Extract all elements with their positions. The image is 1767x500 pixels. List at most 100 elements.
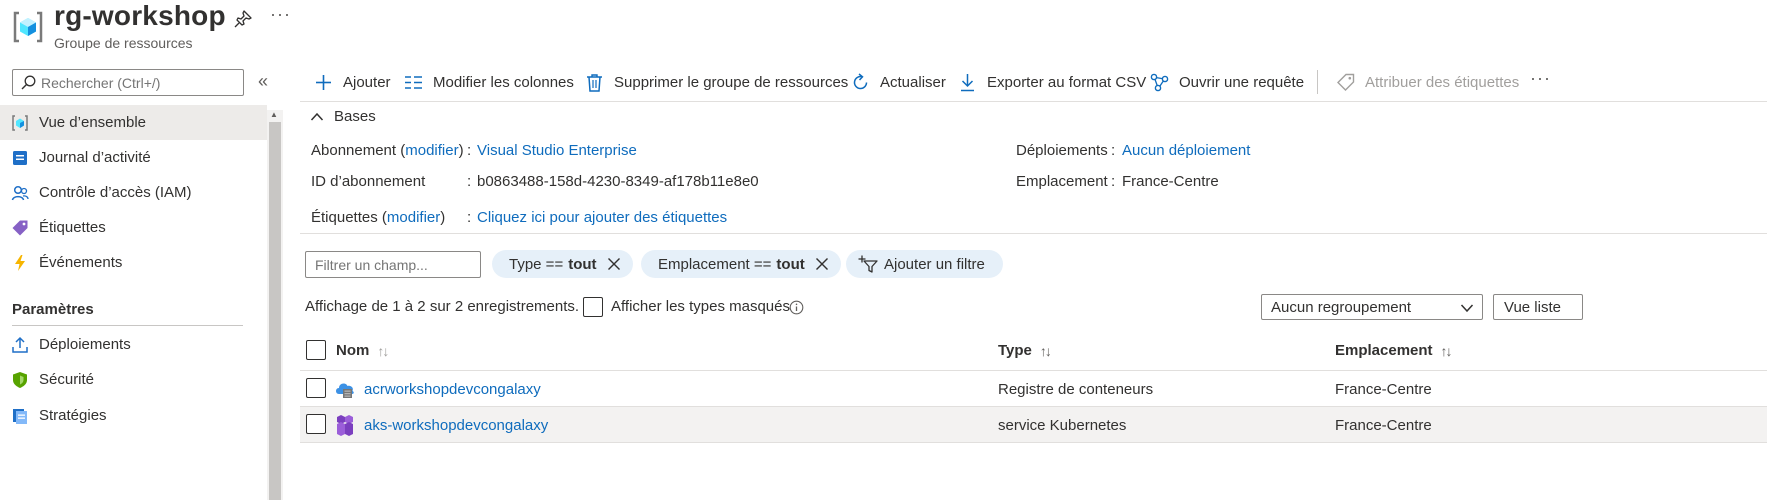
- open-query-button[interactable]: Ouvrir une requête: [1150, 62, 1304, 102]
- export-csv-button[interactable]: Exporter au format CSV: [958, 62, 1146, 102]
- sidebar-item-label: Déploiements: [39, 336, 131, 353]
- page-header: rg-workshop Groupe de ressources ···: [0, 0, 1767, 62]
- essentials-divider: [300, 233, 1767, 234]
- shield-icon: [11, 371, 29, 389]
- export-csv-label: Exporter au format CSV: [987, 73, 1147, 91]
- grouping-value: Aucun regroupement: [1271, 298, 1412, 316]
- sidebar-search[interactable]: [12, 69, 244, 96]
- sort-icon[interactable]: ↑↓: [377, 343, 389, 359]
- open-query-label: Ouvrir une requête: [1179, 73, 1305, 91]
- row-checkbox[interactable]: [306, 414, 326, 434]
- resource-type: Registre de conteneurs: [998, 381, 1154, 398]
- page-subtitle: Groupe de ressources: [54, 35, 193, 51]
- deployments-link[interactable]: Aucun déploiement: [1122, 142, 1250, 159]
- trash-icon: [587, 73, 602, 92]
- filter-field-input[interactable]: [305, 251, 481, 278]
- plus-icon: [316, 74, 331, 90]
- sidebar-item-activity-log[interactable]: Journal d’activité: [0, 140, 267, 175]
- sidebar-item-label: Événements: [39, 254, 123, 271]
- sidebar-scrollbar-thumb[interactable]: [269, 122, 281, 500]
- colon-separator: :: [467, 209, 472, 226]
- select-all-checkbox[interactable]: [306, 340, 326, 360]
- sort-icon[interactable]: ↑↓: [1441, 343, 1453, 359]
- subscription-link[interactable]: Visual Studio Enterprise: [477, 142, 637, 159]
- more-options-button[interactable]: ···: [270, 4, 291, 25]
- sort-icon[interactable]: ↑↓: [1040, 343, 1052, 359]
- add-filter-button[interactable]: Ajouter un filtre: [846, 250, 1003, 278]
- view-mode-dropdown[interactable]: Vue liste: [1493, 294, 1583, 320]
- lightning-icon: [11, 254, 29, 272]
- sidebar-item-iam[interactable]: Contrôle d’accès (IAM): [0, 175, 267, 210]
- sidebar-item-label: Vue d’ensemble: [39, 114, 147, 131]
- sidebar-item-policies[interactable]: Stratégies: [0, 398, 267, 433]
- row-checkbox[interactable]: [306, 378, 326, 398]
- column-type-label: Type: [998, 342, 1032, 359]
- sidebar-item-events[interactable]: Événements: [0, 245, 267, 280]
- resource-name-link[interactable]: aks-workshopdevcongalaxy: [364, 417, 548, 434]
- sidebar-item-label: Journal d’activité: [39, 149, 151, 166]
- search-input[interactable]: [41, 74, 241, 91]
- location-filter-pill[interactable]: Emplacement == tout: [641, 250, 841, 278]
- resource-group-icon: [11, 114, 29, 132]
- colon-separator: :: [467, 173, 472, 190]
- type-filter-value: tout: [568, 255, 597, 273]
- refresh-button[interactable]: Actualiser: [851, 62, 946, 102]
- location-label: Emplacement: [1016, 173, 1108, 190]
- subscription-label: Abonnement (modifier): [311, 142, 464, 159]
- close-icon[interactable]: [815, 257, 829, 271]
- chevron-down-icon: [1460, 304, 1474, 313]
- deploy-icon: [11, 336, 29, 354]
- sidebar-item-label: Contrôle d’accès (IAM): [39, 184, 192, 201]
- grouping-dropdown[interactable]: Aucun regroupement: [1261, 294, 1483, 320]
- sidebar-item-security[interactable]: Sécurité: [0, 362, 267, 397]
- resource-location: France-Centre: [1335, 381, 1432, 398]
- modify-tags-link[interactable]: modifier: [387, 209, 440, 226]
- assign-tags-button[interactable]: Attribuer des étiquettes: [1336, 62, 1519, 102]
- tag-icon: [11, 219, 29, 237]
- resource-type: service Kubernetes: [998, 417, 1127, 434]
- essentials-toggle[interactable]: Bases: [310, 108, 376, 125]
- type-filter-label: Type ==: [509, 255, 564, 273]
- close-icon[interactable]: [607, 257, 621, 271]
- sidebar-item-deployments[interactable]: Déploiements: [0, 327, 267, 362]
- add-tags-link[interactable]: Cliquez ici pour ajouter des étiquettes: [477, 209, 727, 226]
- toolbar-more-button[interactable]: ···: [1530, 68, 1551, 89]
- colon-separator: :: [1111, 142, 1116, 159]
- info-icon[interactable]: [789, 300, 804, 315]
- add-button-label: Ajouter: [343, 73, 391, 91]
- location-value: France-Centre: [1122, 173, 1219, 190]
- section-divider: [12, 325, 243, 326]
- query-icon: [1150, 73, 1169, 91]
- show-hidden-types-checkbox[interactable]: [583, 297, 603, 317]
- tags-label: Étiquettes (modifier): [311, 209, 446, 226]
- delete-resource-group-button[interactable]: Supprimer le groupe de ressources: [585, 62, 848, 102]
- pin-icon[interactable]: [234, 10, 252, 28]
- view-mode-value: Vue liste: [1504, 298, 1561, 316]
- sidebar-item-label: Stratégies: [39, 407, 107, 424]
- column-header-location[interactable]: Emplacement ↑↓: [1335, 342, 1453, 359]
- refresh-icon: [853, 72, 868, 89]
- sidebar-item-tags[interactable]: Étiquettes: [0, 210, 267, 245]
- subscription-label-text: Abonnement: [311, 142, 397, 159]
- add-button[interactable]: Ajouter: [314, 62, 391, 102]
- collapse-sidebar-button[interactable]: «: [258, 71, 268, 92]
- section-title-settings: Paramètres: [12, 301, 94, 318]
- assign-tags-label: Attribuer des étiquettes: [1365, 73, 1520, 91]
- location-filter-label: Emplacement ==: [658, 255, 772, 273]
- column-header-type[interactable]: Type ↑↓: [998, 342, 1052, 359]
- column-name-label: Nom: [336, 342, 370, 359]
- scroll-up-arrow-icon[interactable]: ▲: [270, 110, 278, 119]
- kubernetes-icon: [337, 415, 353, 436]
- refresh-label: Actualiser: [880, 73, 946, 91]
- type-filter-pill[interactable]: Type == tout: [492, 250, 633, 278]
- delete-group-label: Supprimer le groupe de ressources: [614, 73, 849, 91]
- records-summary: Affichage de 1 à 2 sur 2 enregistrements…: [305, 298, 580, 315]
- toolbar-divider: [1317, 70, 1318, 94]
- edit-columns-button[interactable]: Modifier les colonnes: [404, 62, 574, 102]
- resource-name-link[interactable]: acrworkshopdevcongalaxy: [364, 381, 541, 398]
- edit-columns-label: Modifier les colonnes: [433, 73, 574, 91]
- sidebar-item-overview[interactable]: Vue d’ensemble: [0, 105, 267, 140]
- modify-subscription-link[interactable]: modifier: [405, 142, 458, 159]
- column-header-name[interactable]: Nom ↑↓: [336, 342, 389, 359]
- tags-label-text: Étiquettes: [311, 209, 378, 226]
